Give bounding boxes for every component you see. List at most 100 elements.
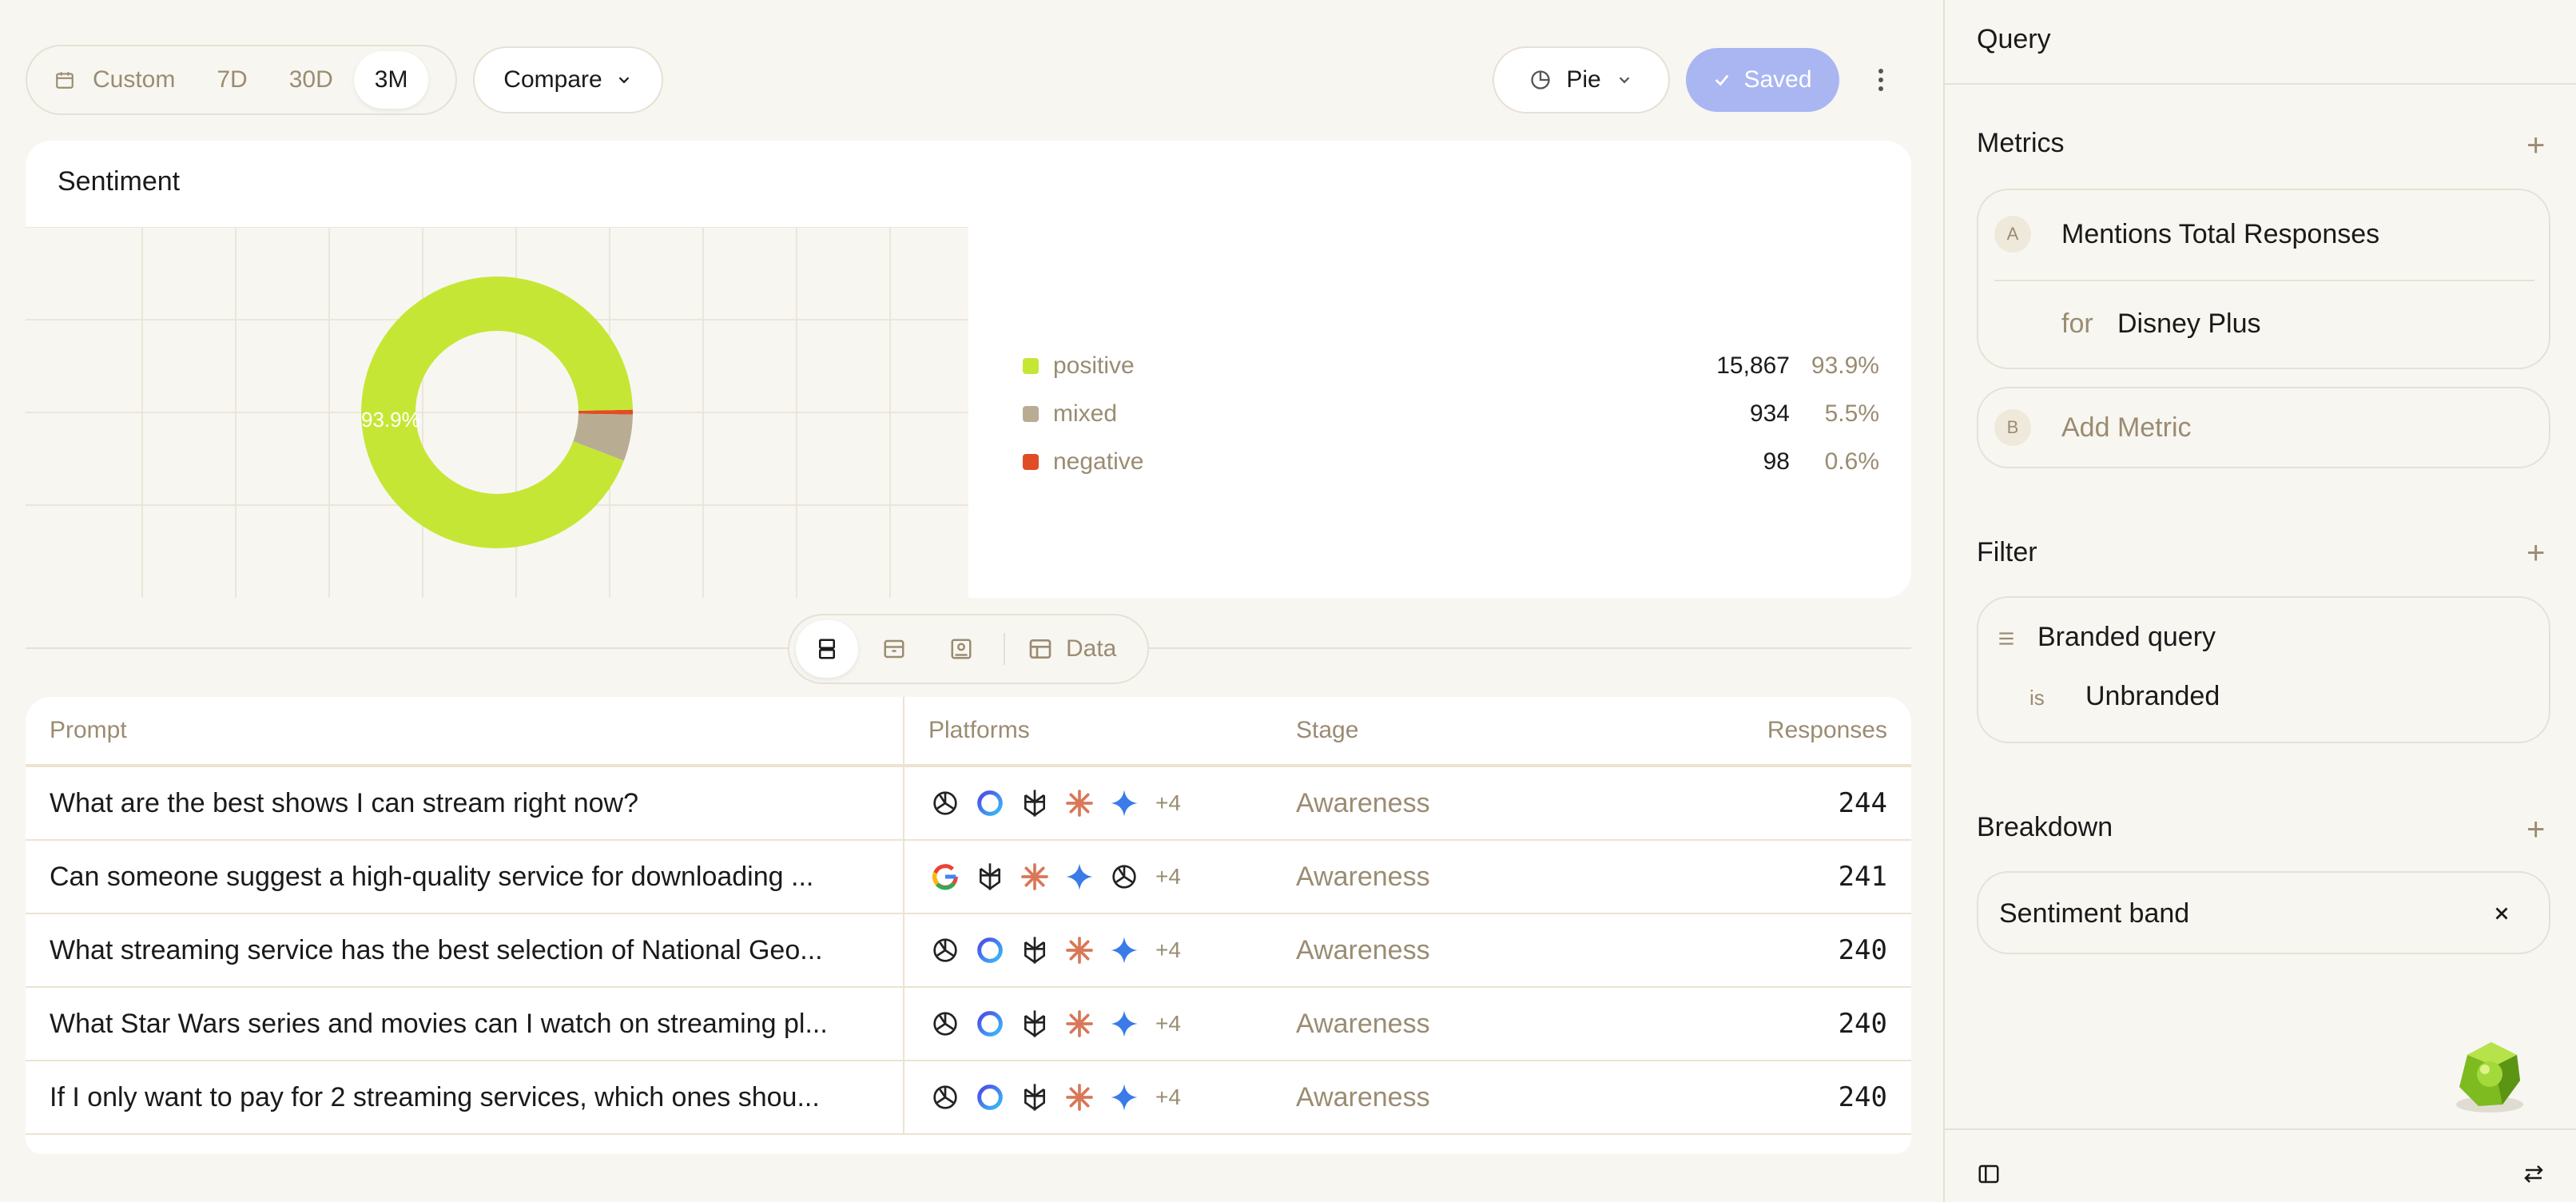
range-custom-button[interactable]: Custom xyxy=(34,51,196,109)
table-row[interactable]: What Star Wars series and movies can I w… xyxy=(26,988,1911,1061)
compare-dropdown[interactable]: Compare xyxy=(473,46,663,113)
stage-cell: Awareness xyxy=(1296,1081,1430,1112)
breakdown-card[interactable]: Sentiment band xyxy=(1977,871,2550,954)
header-prompt[interactable]: Prompt xyxy=(26,697,904,764)
more-platforms-count[interactable]: +4 xyxy=(1155,864,1181,890)
legend-item-mixed[interactable]: mixed 934 5.5% xyxy=(1023,390,1879,438)
gemini-icon xyxy=(1107,1081,1141,1114)
chart-type-dropdown[interactable]: Pie xyxy=(1493,46,1670,113)
add-breakdown-plus-icon[interactable]: + xyxy=(2526,814,2545,846)
filter-field[interactable]: Branded query xyxy=(2037,622,2216,653)
chart-view-button[interactable] xyxy=(863,620,925,678)
sidebar-bottom-divider xyxy=(1945,1128,2576,1130)
filter-heading: Filter xyxy=(1977,537,2037,567)
more-platforms-count[interactable]: +4 xyxy=(1155,790,1181,816)
chevron-down-icon xyxy=(1619,77,1629,84)
header-platforms[interactable]: Platforms xyxy=(904,717,1296,744)
google-icon xyxy=(928,860,962,894)
more-options-icon[interactable] xyxy=(1866,64,1895,96)
date-range-selector: Custom 7D 30D 3M xyxy=(26,45,457,115)
stage-cell: Awareness xyxy=(1296,861,1430,892)
prompt-cell[interactable]: Can someone suggest a high-quality servi… xyxy=(26,841,904,913)
more-platforms-count[interactable]: +4 xyxy=(1155,937,1181,963)
table-row[interactable]: What streaming service has the best sele… xyxy=(26,914,1911,988)
chart-legend: positive 15,867 93.9% mixed 934 5.5% neg… xyxy=(1023,342,1879,486)
split-view-button[interactable] xyxy=(796,620,858,678)
claude-icon xyxy=(1063,1007,1096,1041)
legend-swatch-mixed xyxy=(1023,406,1039,422)
table-row[interactable]: Can someone suggest a high-quality servi… xyxy=(26,841,1911,914)
platforms-cell: +4 xyxy=(904,1007,1296,1041)
perplexity-icon xyxy=(1018,1081,1051,1114)
stage-cell: Awareness xyxy=(1296,1008,1430,1039)
metrics-heading: Metrics xyxy=(1977,128,2065,158)
sidebar-title: Query xyxy=(1977,24,2051,54)
legend-count: 98 xyxy=(1763,448,1790,475)
metric-a-card[interactable]: A Mentions Total Responses for Disney Pl… xyxy=(1977,189,2550,369)
collapse-panel-icon[interactable] xyxy=(1977,1162,2001,1186)
filter-operator[interactable]: is xyxy=(2029,686,2045,710)
more-platforms-count[interactable]: +4 xyxy=(1155,1085,1181,1110)
donut-chart: 93.9% xyxy=(26,226,968,598)
table-view-button[interactable] xyxy=(930,620,992,678)
more-platforms-count[interactable]: +4 xyxy=(1155,1011,1181,1037)
gemini-icon xyxy=(1063,860,1096,894)
prompt-cell[interactable]: What are the best shows I can stream rig… xyxy=(26,767,904,839)
responses-cell: 240 xyxy=(1838,1081,1887,1113)
gemini-icon xyxy=(1107,1007,1141,1041)
filter-value[interactable]: Unbranded xyxy=(2085,681,2220,712)
claude-icon xyxy=(1018,860,1051,894)
close-icon[interactable] xyxy=(2491,903,2512,924)
legend-count: 934 xyxy=(1749,400,1790,427)
range-30d-button[interactable]: 30D xyxy=(268,51,354,109)
split-layout-icon xyxy=(819,639,835,659)
prompt-cell[interactable]: If I only want to pay for 2 streaming se… xyxy=(26,1061,904,1133)
add-metric-b-card[interactable]: B Add Metric xyxy=(1977,387,2550,468)
pie-chart-icon xyxy=(1531,70,1550,90)
perplexity-icon xyxy=(1018,1007,1051,1041)
view-separator xyxy=(1004,633,1005,665)
metric-a-letter: A xyxy=(1994,216,2031,253)
responses-cell: 240 xyxy=(1838,934,1887,966)
add-metric-plus-icon[interactable]: + xyxy=(2526,129,2545,161)
platforms-cell: +4 xyxy=(904,933,1296,967)
legend-pct: 5.5% xyxy=(1824,400,1879,427)
header-stage[interactable]: Stage xyxy=(1296,717,1695,744)
metric-a-for-value[interactable]: Disney Plus xyxy=(2117,308,2261,340)
circle-icon xyxy=(973,933,1007,967)
breakdown-heading: Breakdown xyxy=(1977,812,2113,842)
legend-name: positive xyxy=(1053,352,1135,379)
list-icon xyxy=(1999,632,2013,645)
range-custom-label: Custom xyxy=(93,66,176,93)
header-responses[interactable]: Responses xyxy=(1695,717,1911,744)
openai-icon xyxy=(928,933,962,967)
range-7d-button[interactable]: 7D xyxy=(196,51,268,109)
chevron-down-icon xyxy=(618,77,629,84)
data-view-button[interactable]: Data xyxy=(1016,635,1116,663)
chart-type-label: Pie xyxy=(1566,66,1601,93)
legend-item-positive[interactable]: positive 15,867 93.9% xyxy=(1023,342,1879,390)
assistant-avatar-icon[interactable] xyxy=(2443,1031,2536,1124)
metric-a-name[interactable]: Mentions Total Responses xyxy=(2061,219,2379,250)
table-row[interactable]: What are the best shows I can stream rig… xyxy=(26,767,1911,841)
platforms-cell: +4 xyxy=(904,786,1296,820)
range-3m-button[interactable]: 3M xyxy=(353,51,429,109)
legend-name: mixed xyxy=(1053,400,1118,427)
range-7d-label: 7D xyxy=(217,66,248,93)
stage-cell: Awareness xyxy=(1296,934,1430,965)
data-view-label: Data xyxy=(1066,635,1117,662)
add-filter-plus-icon[interactable]: + xyxy=(2526,537,2545,569)
claude-icon xyxy=(1063,1081,1096,1114)
prompt-cell[interactable]: What Star Wars series and movies can I w… xyxy=(26,988,904,1060)
table-row[interactable]: If I only want to pay for 2 streaming se… xyxy=(26,1061,1911,1135)
calendar-icon xyxy=(56,72,74,89)
legend-item-negative[interactable]: negative 98 0.6% xyxy=(1023,438,1879,486)
swap-arrows-icon[interactable] xyxy=(2522,1162,2546,1186)
filter-card[interactable]: Branded query is Unbranded xyxy=(1977,596,2550,743)
table-body: What are the best shows I can stream rig… xyxy=(26,767,1911,1135)
openai-icon xyxy=(928,1081,962,1114)
table-header: Prompt Platforms Stage Responses xyxy=(26,697,1911,767)
responses-cell: 240 xyxy=(1838,1008,1887,1040)
prompt-cell[interactable]: What streaming service has the best sele… xyxy=(26,914,904,986)
saved-button[interactable]: Saved xyxy=(1686,48,1839,112)
